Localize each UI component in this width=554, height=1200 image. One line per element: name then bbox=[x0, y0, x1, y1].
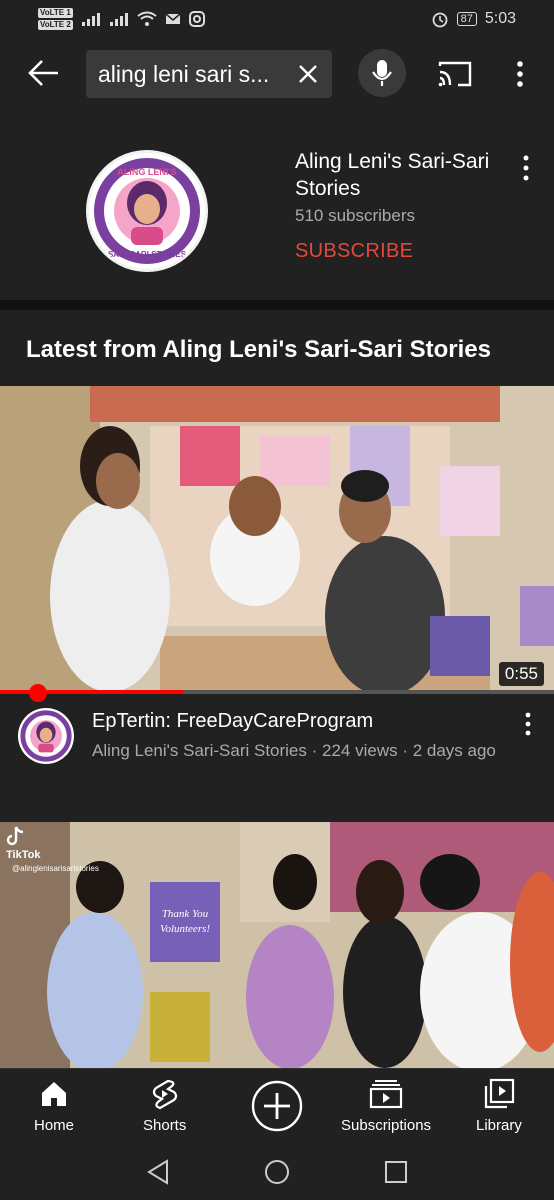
voice-search-button[interactable] bbox=[358, 49, 406, 97]
more-vert-icon[interactable] bbox=[512, 58, 528, 90]
alarm-icon bbox=[432, 12, 448, 28]
channel-header: ALING LENI'S SARI-SARI STORIES Aling Len… bbox=[0, 120, 554, 300]
tiktok-watermark: TikTok bbox=[6, 826, 40, 861]
nav-library[interactable]: Library bbox=[476, 1077, 522, 1134]
tiktok-handle: @alinglenisarisaristories bbox=[12, 864, 99, 873]
status-left: VoLTE 1 VoLTE 2 bbox=[38, 7, 205, 31]
nav-home[interactable]: Home bbox=[34, 1077, 74, 1134]
section-title: Latest from Aling Leni's Sari-Sari Stori… bbox=[26, 336, 491, 363]
poster-text: Thank You bbox=[162, 908, 209, 920]
search-query: aling leni sari s... bbox=[98, 60, 270, 87]
status-right: 87 5:03 bbox=[431, 10, 516, 28]
video-thumbnail-2[interactable]: Thank You Volunteers! TikTok @alinglenis… bbox=[0, 822, 554, 1068]
nav-subscriptions[interactable]: Subscriptions bbox=[341, 1077, 431, 1134]
channel-logo-small bbox=[18, 708, 74, 764]
clock: 5:03 bbox=[484, 10, 516, 27]
progress-fill bbox=[0, 690, 183, 694]
create-icon[interactable] bbox=[251, 1080, 303, 1132]
video-thumbnail[interactable]: 0:55 bbox=[0, 386, 554, 692]
thumbnail-scene bbox=[0, 386, 554, 692]
channel-more-icon[interactable] bbox=[520, 154, 532, 182]
video-meta: EpTertin: FreeDayCareProgram Aling Leni'… bbox=[0, 700, 554, 810]
instagram-icon bbox=[188, 11, 205, 27]
search-input[interactable]: aling leni sari s... bbox=[86, 50, 332, 98]
svg-text:ALING LENI'S: ALING LENI'S bbox=[117, 167, 176, 177]
back-arrow-icon[interactable] bbox=[26, 58, 60, 88]
library-icon bbox=[482, 1077, 516, 1111]
channel-logo: ALING LENI'S SARI-SARI STORIES bbox=[91, 155, 203, 267]
video-title[interactable]: EpTertin: FreeDayCareProgram bbox=[92, 710, 373, 733]
nav-shorts[interactable]: Shorts bbox=[143, 1077, 186, 1134]
volte1-label: VoLTE 1 bbox=[38, 8, 73, 18]
tiktok-label: TikTok bbox=[6, 849, 41, 861]
system-back-icon[interactable] bbox=[144, 1158, 172, 1186]
video-metadata: Aling Leni's Sari-Sari Stories · 224 vie… bbox=[92, 741, 496, 760]
svg-text:Volunteers!: Volunteers! bbox=[160, 923, 210, 935]
video-duration: 0:55 bbox=[498, 662, 544, 686]
close-icon[interactable] bbox=[296, 62, 320, 86]
nav-library-label: Library bbox=[476, 1117, 522, 1134]
search-toolbar: aling leni sari s... bbox=[0, 48, 554, 100]
channel-avatar[interactable]: ALING LENI'S SARI-SARI STORIES bbox=[86, 150, 208, 272]
subscriptions-icon bbox=[369, 1077, 403, 1111]
tiktok-icon bbox=[6, 826, 24, 846]
volte-indicator: VoLTE 1 VoLTE 2 bbox=[38, 7, 73, 31]
signal-icon bbox=[81, 13, 100, 26]
system-navigation bbox=[0, 1144, 554, 1200]
nav-shorts-label: Shorts bbox=[143, 1117, 187, 1134]
wifi-icon bbox=[137, 11, 157, 26]
nav-subscriptions-label: Subscriptions bbox=[341, 1117, 432, 1134]
section-divider bbox=[0, 300, 554, 310]
battery-indicator: 87 bbox=[456, 12, 477, 26]
video-channel-avatar[interactable] bbox=[18, 708, 74, 764]
system-recents-icon[interactable] bbox=[382, 1158, 410, 1186]
shorts-icon bbox=[148, 1077, 182, 1111]
microphone-icon bbox=[372, 60, 392, 86]
nav-home-label: Home bbox=[34, 1117, 75, 1134]
svg-text:SARI-SARI STORIES: SARI-SARI STORIES bbox=[108, 250, 187, 259]
volte2-label: VoLTE 2 bbox=[38, 20, 73, 30]
system-home-icon[interactable] bbox=[263, 1158, 291, 1186]
channel-name[interactable]: Aling Leni's Sari-Sari Stories bbox=[295, 148, 495, 202]
cast-icon[interactable] bbox=[438, 60, 472, 88]
signal2-icon bbox=[109, 13, 128, 26]
mail-icon bbox=[165, 13, 181, 24]
subscriber-count: 510 subscribers bbox=[295, 206, 416, 225]
subscribe-button[interactable]: SUBSCRIBE bbox=[295, 240, 413, 263]
home-icon bbox=[37, 1077, 71, 1111]
video-more-icon[interactable] bbox=[522, 712, 534, 736]
bottom-navigation: Home Shorts Subscriptions Library bbox=[0, 1068, 554, 1144]
status-bar: VoLTE 1 VoLTE 2 87 5:03 bbox=[0, 0, 554, 38]
thumbnail-scene-2: Thank You Volunteers! bbox=[0, 822, 554, 1068]
